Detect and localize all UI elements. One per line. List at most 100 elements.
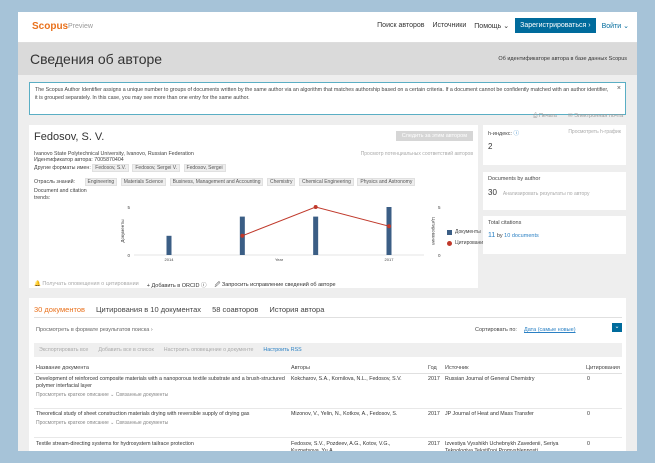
citations-by: by (496, 233, 503, 239)
add-all-to-list-button[interactable]: Добавить все в список (98, 347, 153, 353)
add-orcid-link[interactable]: + Добавить в ORCID ⓘ (147, 281, 207, 290)
citation-alert-link[interactable]: 🔔 Получать оповещения о цитировании (34, 281, 139, 290)
h-index-value: 2 (488, 142, 493, 151)
citations-value[interactable]: 11 (488, 232, 495, 239)
nav-help[interactable]: Помощь ⌄ (472, 22, 511, 30)
col-citations[interactable]: Цитирования (586, 365, 620, 372)
x-tick-label: 2017 (385, 257, 395, 262)
email-link[interactable]: ✉ Электронная почта (568, 113, 623, 119)
legend-bar-swatch (447, 229, 452, 235)
export-all-button[interactable]: Экспортировать все (39, 347, 88, 353)
citing-docs-count[interactable]: 10 (504, 233, 510, 239)
legend-documents: Документы (447, 229, 481, 235)
citation-alert-label: Получать оповещения о цитировании (42, 281, 139, 287)
citation-point (240, 233, 245, 238)
doc-citations[interactable]: 0 (587, 411, 590, 418)
documents-card: Documents by author 30 Анализировать рез… (483, 172, 626, 210)
documents-value[interactable]: 30 (488, 188, 497, 197)
y-tick-left: 5 (127, 205, 130, 210)
view-search-format-link[interactable]: Просмотреть в формате результатов поиска… (36, 327, 153, 333)
doc-source[interactable]: Russian Journal of General Chemistry (445, 376, 580, 383)
subject-tag: Chemistry (266, 178, 296, 186)
table-header: Название документа Авторы Год Источник Ц… (34, 365, 622, 374)
name-variant: Fedosov, S.V. (92, 164, 129, 172)
rss-button[interactable]: Настроить RSS (263, 347, 301, 353)
document-bar (166, 235, 172, 255)
citation-point (387, 224, 391, 229)
doc-authors[interactable]: Kokcharov, S.A., Kornilova, N.L., Fedoso… (291, 376, 421, 383)
doc-abstract-links[interactable]: Просмотреть краткое описание ⌄ Связанные… (36, 420, 168, 427)
top-navigation: Scopus Preview Поиск авторов Источники П… (18, 12, 637, 43)
x-tick-label: 2014 (165, 257, 175, 262)
h-index-label-text: h-индекс: (488, 131, 513, 137)
doc-title[interactable]: Textile stream-directing systems for hyd… (36, 441, 286, 448)
col-authors[interactable]: Авторы (291, 365, 310, 372)
subject-areas: Отрасль знаний: Engineering Materials Sc… (34, 178, 417, 186)
request-correction-label: Запросить исправление сведений об авторе (221, 282, 336, 288)
analyze-results-link[interactable]: Анализировать результаты по автору (503, 191, 590, 197)
citations-label: Total citations (488, 220, 522, 226)
citations-card: Total citations 11 by 10 documents (483, 216, 626, 254)
h-index-card: h-индекс: ⓘ Просмотреть h-график 2 (483, 125, 626, 165)
author-id-info-link[interactable]: Об идентификаторе автора в базе данных S… (498, 56, 627, 62)
col-title[interactable]: Название документа (36, 365, 89, 372)
main-nav: Поиск авторов Источники Помощь ⌄ Зарегис… (375, 18, 631, 33)
document-bar (386, 207, 392, 255)
doc-title[interactable]: Development of reinforced composite mate… (36, 376, 286, 390)
legend-documents-label: Документы (455, 229, 481, 235)
potential-matches-link[interactable]: Просмотр потенциальных соответствий авто… (361, 151, 473, 157)
register-button[interactable]: Зарегистрироваться › (515, 18, 596, 33)
scopus-logo[interactable]: Scopus (32, 21, 68, 32)
doc-year: 2017 (428, 376, 440, 382)
email-label: Электронная почта (574, 113, 624, 119)
citing-docs-word[interactable]: documents (512, 233, 539, 239)
other-names-label: Другие форматы имен: (34, 165, 91, 171)
page-header: Сведения об авторе Об идентификаторе авт… (18, 43, 637, 75)
doc-citations[interactable]: 0 (587, 441, 590, 448)
logo-preview-label: Preview (68, 23, 93, 30)
doc-citations[interactable]: 0 (587, 376, 590, 383)
name-variant: Fedosov, Sergei (183, 164, 226, 172)
author-card: Fedosov, S. V. Следить за этим автором I… (29, 125, 486, 290)
subject-tag: Physics and Astronomy (357, 178, 416, 186)
login-link[interactable]: Войти ⌄ (600, 22, 631, 30)
doc-source[interactable]: Izvestiya Vysshikh Uchebnykh Zavedenii, … (445, 441, 580, 451)
y-tick-right: 5 (438, 205, 441, 210)
info-icon: ⓘ (513, 131, 520, 137)
doc-authors[interactable]: Mizonov, V., Yelin, N., Kotkov, A., Fedo… (291, 411, 421, 418)
col-source[interactable]: Источник (445, 365, 468, 372)
document-bar (313, 216, 319, 255)
sort-select[interactable]: Дата (самые новые) (524, 327, 576, 333)
request-correction-link[interactable]: 🖉 Запросить исправление сведений об авто… (215, 281, 336, 290)
doc-source[interactable]: JP Journal of Heat and Mass Transfer (445, 411, 580, 418)
y-axis-label-right: Цитирования (431, 217, 436, 245)
citations-row: 11 by 10 documents (488, 232, 621, 239)
nav-author-search[interactable]: Поиск авторов (375, 22, 426, 29)
subject-tag: Chemical Engineering (298, 178, 354, 186)
document-alert-button[interactable]: Настроить оповещение о документе (164, 347, 254, 353)
chevron-down-icon[interactable]: ⌄ (612, 323, 622, 332)
doc-abstract-links[interactable]: Просмотреть краткое описание ⌄ Связанные… (36, 392, 168, 399)
author-id-notice: The Scopus Author Identifier assigns a u… (29, 82, 626, 115)
print-link[interactable]: ⎙ Печать (533, 113, 557, 120)
legend-citations: Цитирования (447, 240, 486, 246)
follow-author-button[interactable]: Следить за этим автором (395, 131, 473, 141)
author-actions: 🔔 Получать оповещения о цитировании + До… (34, 281, 336, 290)
row-divider (34, 408, 622, 409)
documents-row: 30 Анализировать результаты по автору (488, 188, 621, 197)
author-id-line: Идентификатор автора: 7005870404 (34, 157, 124, 163)
x-axis-label: Year (275, 257, 284, 262)
document-citation-trends-chart: 0 0 5 5 Документы Цитирования Year 2014 2017 (120, 205, 441, 262)
doc-authors[interactable]: Fedosov, S.V., Pozdeev, A.G., Kotov, V.G… (291, 441, 421, 451)
col-year[interactable]: Год (428, 365, 437, 372)
nav-sources[interactable]: Источники (430, 22, 468, 29)
author-id-value: 7005870404 (94, 157, 124, 163)
subject-tag: Engineering (84, 178, 118, 186)
author-id-label: Идентификатор автора: (34, 157, 93, 163)
h-graph-link[interactable]: Просмотреть h-график (568, 129, 621, 135)
citation-point (313, 205, 318, 209)
close-icon[interactable]: × (617, 85, 621, 93)
y-axis-label-left: Документы (120, 219, 125, 242)
print-label: Печать (538, 113, 557, 119)
doc-title[interactable]: Theoretical study of sheet construction … (36, 411, 286, 418)
